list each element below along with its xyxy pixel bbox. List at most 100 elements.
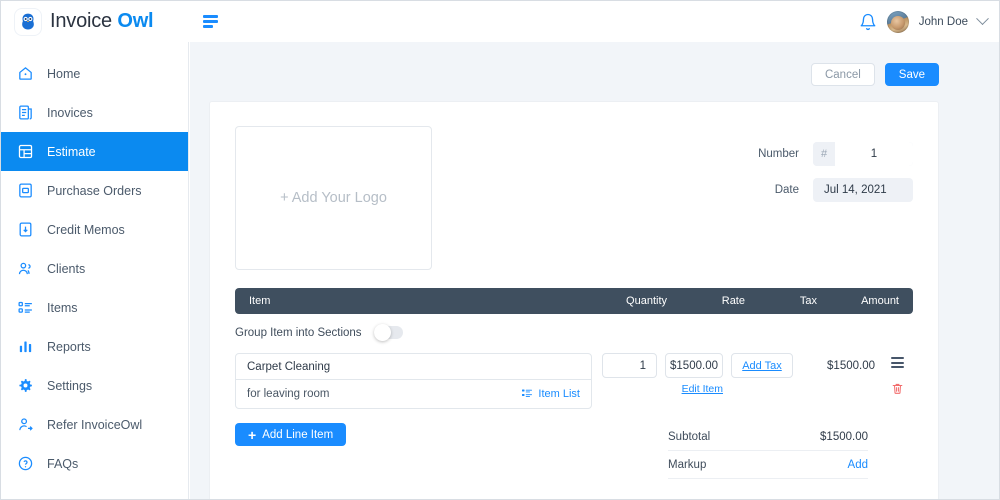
- reports-bar-icon: [17, 338, 34, 355]
- number-label: Number: [758, 148, 799, 160]
- top-header: Invoice Owl John Doe: [1, 1, 999, 42]
- estimate-date-input[interactable]: Jul 14, 2021: [813, 178, 913, 202]
- hamburger-line-3: [203, 25, 213, 28]
- purchase-order-icon: [17, 182, 34, 199]
- sidebar-item-label: Reports: [47, 339, 91, 354]
- sidebar-item-items[interactable]: Items: [1, 288, 188, 327]
- brand-name: Invoice Owl: [50, 10, 154, 33]
- estimate-card-top: + Add Your Logo Number # 1 Date Jul 14, …: [235, 126, 913, 270]
- tax-cell: Add Tax: [723, 353, 793, 378]
- estimate-card: + Add Your Logo Number # 1 Date Jul 14, …: [209, 101, 939, 499]
- sidebar: Home Inovices Estimate Purchase Orders C: [1, 42, 189, 499]
- column-header-item: Item: [249, 295, 271, 307]
- column-header-rate: Rate: [721, 295, 745, 307]
- quantity-input[interactable]: 1: [602, 353, 657, 378]
- line-item-description-input[interactable]: for leaving room: [247, 388, 329, 400]
- brand-name-first: Invoice: [50, 10, 112, 32]
- rate-input[interactable]: $1500.00: [665, 353, 723, 378]
- cancel-button[interactable]: Cancel: [810, 63, 875, 86]
- header-right-cluster: John Doe: [859, 10, 999, 33]
- markup-label: Markup: [668, 458, 707, 471]
- sidebar-item-label: Refer InvoiceOwl: [47, 417, 143, 432]
- save-button[interactable]: Save: [884, 63, 939, 86]
- sidebar-item-credit-memos[interactable]: Credit Memos: [1, 210, 188, 249]
- hash-icon: #: [813, 142, 835, 166]
- items-list-icon: [17, 299, 34, 316]
- line-item-name-input[interactable]: Carpet Cleaning: [236, 354, 591, 380]
- avatar[interactable]: [886, 10, 909, 33]
- hamburger-icon[interactable]: [203, 11, 225, 33]
- handle-line-1: [890, 357, 904, 359]
- refer-user-icon: [17, 416, 34, 433]
- user-name-label: John Doe: [918, 15, 968, 28]
- line-item-fields: Carpet Cleaning for leaving room Item Li…: [235, 353, 592, 409]
- sidebar-item-label: Home: [47, 66, 81, 81]
- sidebar-item-label: Items: [47, 300, 78, 315]
- date-label: Date: [774, 184, 799, 196]
- sidebar-item-label: Clients: [47, 261, 86, 276]
- column-header-amount: Amount: [861, 295, 899, 307]
- sidebar-item-invoices[interactable]: Inovices: [1, 93, 188, 132]
- column-header-tax: Tax: [799, 295, 817, 307]
- sidebar-item-home[interactable]: Home: [1, 54, 188, 93]
- subtotal-label: Subtotal: [668, 430, 711, 443]
- sidebar-item-label: Estimate: [47, 144, 96, 159]
- add-logo-dropzone[interactable]: + Add Your Logo: [235, 126, 432, 270]
- group-sections-toggle[interactable]: [373, 324, 403, 341]
- action-bar: Cancel Save: [190, 42, 999, 86]
- add-logo-label: + Add Your Logo: [280, 190, 387, 206]
- sidebar-item-clients[interactable]: Clients: [1, 249, 188, 288]
- estimate-number-value: 1: [835, 142, 913, 166]
- line-item-description-row: for leaving room Item List: [236, 380, 591, 408]
- add-line-item-button[interactable]: + Add Line Item: [235, 423, 347, 446]
- add-tax-label: Add Tax: [742, 359, 782, 372]
- add-line-item-label: Add Line Item: [262, 428, 334, 441]
- rate-cell: $1500.00 Edit Item: [657, 353, 723, 395]
- markup-add-link[interactable]: Add: [848, 459, 868, 471]
- notification-bell-icon[interactable]: [859, 13, 877, 31]
- group-sections-row: Group Item into Sections: [235, 324, 913, 341]
- gear-icon: [17, 377, 34, 394]
- item-list-button[interactable]: Item List: [521, 387, 580, 402]
- handle-line-3: [890, 366, 904, 368]
- hamburger-line-2: [203, 20, 218, 23]
- sidebar-item-purchase-orders[interactable]: Purchase Orders: [1, 171, 188, 210]
- sidebar-item-label: Credit Memos: [47, 222, 125, 237]
- edit-item-link[interactable]: Edit Item: [682, 383, 723, 395]
- sidebar-item-estimate[interactable]: Estimate: [1, 132, 188, 171]
- estimate-number-input[interactable]: # 1: [813, 142, 913, 166]
- owl-icon: [15, 8, 41, 35]
- sidebar-item-settings[interactable]: Settings: [1, 366, 188, 405]
- sidebar-item-label: Inovices: [47, 105, 93, 120]
- handle-line-2: [890, 361, 904, 364]
- group-sections-label: Group Item into Sections: [235, 326, 362, 339]
- totals-panel: Subtotal $1500.00 Markup Add: [668, 423, 868, 479]
- home-icon: [17, 65, 34, 82]
- invoiceowl-app-window: Invoice Owl John Doe Home Inovices Estim…: [0, 0, 1000, 500]
- line-item-values: 1 $1500.00 Edit Item Add Tax $1500.00: [602, 353, 913, 396]
- invoice-icon: [17, 104, 34, 121]
- add-tax-button[interactable]: Add Tax: [731, 353, 793, 378]
- chevron-down-icon[interactable]: [976, 12, 989, 26]
- sidebar-item-faqs[interactable]: FAQs: [1, 444, 188, 483]
- sidebar-item-refer-invoiceowl[interactable]: Refer InvoiceOwl: [1, 405, 188, 444]
- sidebar-item-reports[interactable]: Reports: [1, 327, 188, 366]
- main-content: Cancel Save + Add Your Logo Number # 1 D…: [190, 42, 999, 499]
- clients-icon: [17, 260, 34, 277]
- brand-logo[interactable]: Invoice Owl: [1, 1, 189, 42]
- line-items-table-header: Item Quantity Rate Tax Amount: [235, 288, 913, 314]
- toggle-knob: [373, 324, 391, 341]
- credit-memo-icon: [17, 221, 34, 238]
- hamburger-line-1: [203, 15, 218, 18]
- estimate-meta: Number # 1 Date Jul 14, 2021: [758, 126, 913, 214]
- markup-row: Markup Add: [668, 451, 868, 479]
- line-item-row-actions: [881, 353, 913, 396]
- item-list-icon: [521, 387, 533, 402]
- trash-icon[interactable]: [891, 381, 904, 396]
- estimate-grid-icon: [17, 143, 34, 160]
- table-row: Carpet Cleaning for leaving room Item Li…: [235, 353, 913, 409]
- subtotal-value: $1500.00: [820, 430, 868, 443]
- sidebar-item-label: Settings: [47, 378, 93, 393]
- item-list-label: Item List: [538, 388, 580, 400]
- drag-handle-icon[interactable]: [890, 357, 904, 368]
